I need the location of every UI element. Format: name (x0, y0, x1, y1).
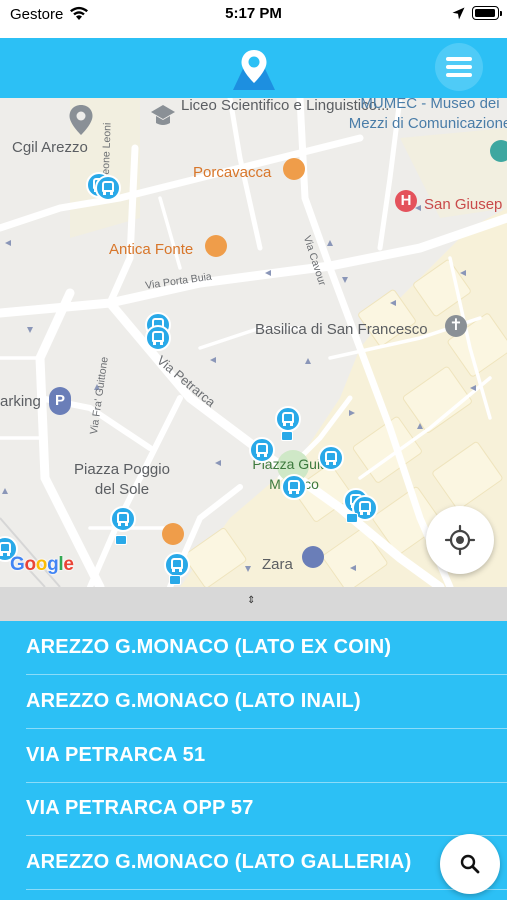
map-label-san-giuseppe: San Giusep (424, 196, 503, 213)
hamburger-menu-icon (446, 57, 472, 61)
map-label-parking: arking (0, 393, 41, 410)
bus-stop-icon[interactable] (95, 175, 121, 201)
google-letter: g (47, 554, 59, 575)
drag-handle-icon[interactable]: ⇕ (247, 596, 255, 606)
bus-stop-tag (169, 575, 181, 585)
bus-stop-icon[interactable] (281, 474, 307, 500)
bus-stop-tag (281, 431, 293, 441)
clock: 5:17 PM (225, 5, 282, 22)
stop-list-item[interactable]: AREZZO G.MONACO (LATO GALLERIA) (26, 836, 507, 890)
location-arrow-icon (452, 7, 465, 20)
bus-stop-tag (115, 535, 127, 545)
restaurant-icon (162, 523, 184, 545)
restaurant-icon (283, 158, 305, 180)
stop-name: AREZZO G.MONACO (LATO GALLERIA) (26, 851, 412, 873)
hamburger-line (446, 65, 472, 69)
google-letter: e (63, 554, 74, 575)
app-header (0, 38, 507, 98)
shopping-icon (302, 546, 324, 568)
map-label-piazza-poggio: Piazza Poggio del Sole (74, 461, 170, 498)
school-icon (151, 105, 175, 125)
map-label-mumec: MUMEC - Museo dei Mezzi di Comunicazione (348, 98, 507, 132)
map-label-zara: Zara (262, 556, 293, 573)
stop-list: AREZZO G.MONACO (LATO EX COIN) AREZZO G.… (0, 621, 507, 900)
map-label-basilica: Basilica di San Francesco (255, 321, 428, 338)
panel-splitter[interactable]: ⇕ (0, 587, 507, 621)
my-location-button[interactable] (426, 506, 494, 574)
stop-name: AREZZO G.MONACO (LATO INAIL) (26, 690, 361, 712)
church-icon: ✝ (445, 315, 467, 337)
map-label-porcavacca: Porcavacca (193, 164, 272, 181)
google-letter: G (10, 554, 25, 575)
stop-name: VIA PETRARCA 51 (26, 744, 206, 766)
stop-list-item[interactable]: AREZZO G.MONACO (LATO INAIL) (26, 675, 507, 729)
map-label-cgil: Cgil Arezzo (12, 139, 88, 156)
menu-button[interactable] (435, 43, 483, 91)
bus-stop-icon[interactable] (318, 445, 344, 471)
bus-stop-icon[interactable] (249, 437, 275, 463)
bus-stop-icon[interactable] (275, 406, 301, 432)
battery-icon (472, 6, 502, 20)
hospital-icon: H (395, 190, 417, 212)
stop-name: AREZZO G.MONACO (LATO EX COIN) (26, 636, 392, 658)
map-label-antica-fonte: Antica Fonte (109, 241, 194, 258)
parking-icon: P (49, 387, 71, 415)
bus-stop-icon[interactable] (145, 325, 171, 351)
status-bar: Gestore 5:17 PM (0, 0, 507, 38)
map-pin-logo-icon (233, 50, 275, 90)
map-view[interactable]: H ✝ P Liceo Scientifico e Linguistico...… (0, 98, 507, 587)
hamburger-line (446, 73, 472, 77)
museum-icon (490, 140, 507, 162)
bus-stop-icon[interactable] (110, 506, 136, 532)
search-button[interactable] (440, 834, 500, 894)
google-logo: Google (10, 554, 74, 576)
bus-stop-tag (346, 513, 358, 523)
stop-list-item[interactable]: VIA PETRARCA 51 (26, 729, 507, 783)
stop-list-item[interactable]: VIA PETRARCA OPP 57 (26, 782, 507, 836)
google-letter: o (24, 554, 36, 575)
restaurant-icon (205, 235, 227, 257)
search-icon (460, 854, 480, 874)
google-letter: o (35, 554, 48, 575)
stop-list-item[interactable]: AREZZO G.MONACO (LATO EX COIN) (26, 621, 507, 675)
stop-name: VIA PETRARCA OPP 57 (26, 797, 254, 819)
pin-icon (69, 105, 93, 135)
my-location-icon (444, 524, 476, 556)
